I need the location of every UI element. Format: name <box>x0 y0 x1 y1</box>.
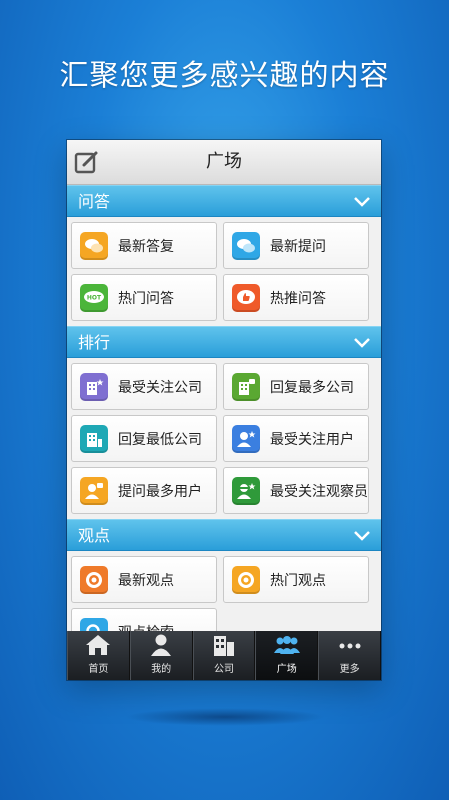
observer-star-icon <box>232 476 260 505</box>
tab-home[interactable]: 首页 <box>67 631 130 680</box>
more-dots-icon <box>339 643 361 649</box>
tab-label: 我的 <box>151 664 172 675</box>
tile-viewpoint-search[interactable]: 观点检索 <box>71 608 217 631</box>
tab-company[interactable]: 公司 <box>192 631 256 680</box>
chat-bubbles-icon <box>80 231 108 260</box>
tile-label: 最受关注观察员 <box>270 483 368 500</box>
tile-top-followed-observers[interactable]: 最受关注观察员 <box>223 467 369 514</box>
tile-most-questions-users[interactable]: 提问最多用户 <box>71 467 217 514</box>
tab-mine[interactable]: 我的 <box>129 631 193 680</box>
content-area[interactable]: 问答 最新答复 最新提问 HOT 热门问答 热推问答 排行 最受关注公司 回复最… <box>67 185 381 631</box>
tile-label: 最新观点 <box>118 572 174 589</box>
tile-top-followed-users[interactable]: 最受关注用户 <box>223 415 369 462</box>
target-icon <box>80 565 108 594</box>
tile-top-followed-companies[interactable]: 最受关注公司 <box>71 363 217 410</box>
tile-label: 最新答复 <box>118 238 174 255</box>
tile-label: 回复最多公司 <box>270 379 354 396</box>
building-star-icon <box>80 372 108 401</box>
hot-text: HOT <box>87 294 102 301</box>
tile-label: 热门观点 <box>270 572 326 589</box>
building-icon <box>213 636 234 656</box>
user-star-icon <box>232 424 260 453</box>
chat-bubbles-icon <box>232 231 260 260</box>
tile-label: 最受关注公司 <box>118 379 202 396</box>
building-chat-icon <box>232 372 260 401</box>
tile-recommended-qa[interactable]: 热推问答 <box>223 274 369 321</box>
page-title: 广场 <box>206 151 242 172</box>
floor-shadow <box>125 708 325 726</box>
tile-label: 回复最低公司 <box>118 431 202 448</box>
headline: 汇聚您更多感兴趣的内容 <box>59 58 390 92</box>
section-title: 问答 <box>78 192 111 211</box>
tab-square[interactable]: 广场 <box>255 631 319 680</box>
tab-more[interactable]: 更多 <box>318 631 381 680</box>
title-bar: 广场 <box>67 140 381 185</box>
app-screen: 广场 问答 最新答复 最新提问 HOT 热门问答 热推问答 排行 最受关注公司 … <box>67 140 381 680</box>
section-title: 观点 <box>78 526 111 545</box>
tile-label: 最新提问 <box>270 238 326 255</box>
search-icon <box>80 617 108 631</box>
tile-label: 热门问答 <box>118 290 174 307</box>
tab-label: 公司 <box>213 664 234 675</box>
group-icon <box>273 636 300 654</box>
chevron-down-icon <box>354 338 370 348</box>
building-icon <box>80 424 108 453</box>
section-header-viewpoints[interactable]: 观点 <box>67 519 381 551</box>
tile-most-replied-companies[interactable]: 回复最多公司 <box>223 363 369 410</box>
hot-bubble-icon: HOT <box>80 283 108 312</box>
tile-label: 热推问答 <box>270 290 326 307</box>
chevron-down-icon <box>354 197 370 207</box>
tab-label: 首页 <box>88 664 109 675</box>
section-header-qa[interactable]: 问答 <box>67 185 381 217</box>
tab-label: 广场 <box>276 664 297 675</box>
target-icon <box>232 565 260 594</box>
person-icon <box>151 634 172 656</box>
tile-lowest-replied-companies[interactable]: 回复最低公司 <box>71 415 217 462</box>
tile-hot-qa[interactable]: HOT 热门问答 <box>71 274 217 321</box>
tab-label: 更多 <box>339 664 360 675</box>
tile-label: 最受关注用户 <box>270 431 354 448</box>
bottom-tab-bar: 首页 我的 公司 广场 更多 <box>67 631 381 680</box>
section-header-ranking[interactable]: 排行 <box>67 326 381 358</box>
home-icon <box>86 635 111 655</box>
chevron-down-icon <box>354 531 370 541</box>
tile-latest-viewpoints[interactable]: 最新观点 <box>71 556 217 603</box>
tile-latest-replies[interactable]: 最新答复 <box>71 222 217 269</box>
tile-label: 观点检索 <box>118 622 174 632</box>
thumbs-up-icon <box>232 283 260 312</box>
tile-label: 提问最多用户 <box>118 483 202 500</box>
user-question-icon <box>80 476 108 505</box>
tile-hot-viewpoints[interactable]: 热门观点 <box>223 556 369 603</box>
tile-latest-questions[interactable]: 最新提问 <box>223 222 369 269</box>
section-title: 排行 <box>78 333 111 352</box>
